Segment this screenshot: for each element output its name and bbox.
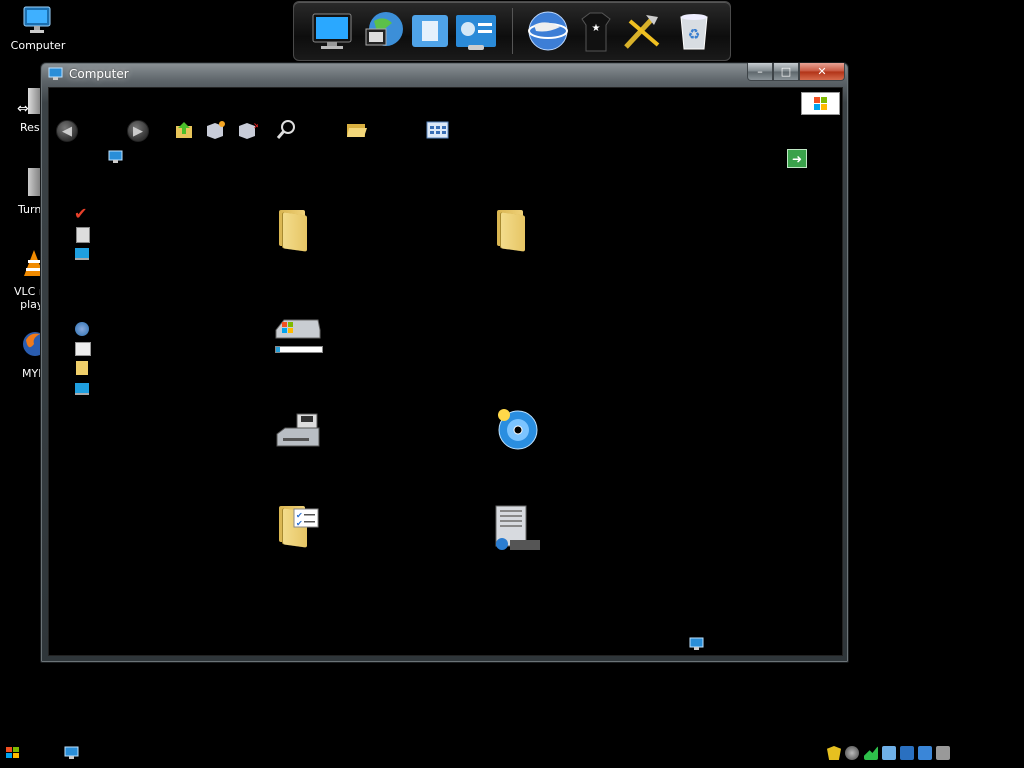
- taskbar-computer-button[interactable]: [64, 746, 80, 760]
- search-icon[interactable]: [275, 119, 297, 141]
- computer-icon: [48, 67, 63, 80]
- computer-icon: [689, 637, 704, 650]
- security-icon[interactable]: [827, 746, 841, 760]
- dvd-drive-icon[interactable]: [495, 406, 539, 450]
- resize-cursor-icon: ⇔: [17, 101, 29, 117]
- checkmark-icon[interactable]: ✔: [74, 206, 90, 222]
- tools-icon[interactable]: [620, 9, 664, 53]
- go-button[interactable]: ➜: [787, 149, 807, 168]
- view-icon[interactable]: [426, 121, 450, 139]
- computer-window: Computer – □ ✕ ◀ ▶ ✕ ➜ ✔ ✔ ✔: [40, 62, 849, 663]
- power-icon[interactable]: [882, 746, 896, 760]
- folder-icon[interactable]: [76, 361, 88, 375]
- network-icon[interactable]: [75, 322, 89, 336]
- computer-icon[interactable]: [310, 9, 354, 53]
- close-button[interactable]: ✕: [799, 63, 845, 81]
- window-titlebar[interactable]: Computer – □ ✕: [41, 63, 848, 85]
- folder-item[interactable]: [495, 208, 525, 252]
- user-icon[interactable]: ★: [574, 9, 618, 53]
- minimize-button[interactable]: –: [747, 63, 773, 81]
- folder-item[interactable]: [277, 208, 307, 252]
- new-item-icon[interactable]: [204, 120, 226, 140]
- computer-icon: [23, 6, 51, 33]
- recycle-bin-icon[interactable]: ♻: [672, 9, 716, 53]
- svg-text:★: ★: [592, 23, 601, 34]
- dock: ★ ♻: [293, 1, 731, 61]
- window-client-area: ◀ ▶ ✕ ➜ ✔ ✔ ✔: [48, 87, 843, 656]
- display-icon[interactable]: [75, 383, 89, 395]
- server-icon[interactable]: [492, 504, 542, 552]
- svg-text:✔: ✔: [296, 519, 303, 528]
- network-globe-icon[interactable]: [526, 9, 570, 53]
- dock-separator: [512, 8, 513, 54]
- drive-space-fill: [276, 347, 280, 352]
- drive-space-bar: [275, 346, 323, 353]
- window-controls: – □ ✕: [747, 63, 845, 81]
- restart-icon: [28, 88, 40, 114]
- back-button[interactable]: ◀: [56, 120, 78, 142]
- forward-button[interactable]: ▶: [127, 120, 149, 142]
- system-drive-icon: [275, 319, 321, 339]
- desktop-icon-label: Computer: [10, 39, 66, 52]
- floppy-drive-icon[interactable]: [275, 412, 321, 452]
- display-icon[interactable]: [936, 746, 950, 760]
- maximize-button[interactable]: □: [773, 63, 799, 81]
- tasks-icon: ✔ ✔: [293, 508, 319, 528]
- desktop-icon-label: Turn: [18, 203, 42, 216]
- calculator-icon[interactable]: [76, 227, 90, 243]
- monitor-icon[interactable]: [75, 248, 89, 260]
- delete-icon[interactable]: ✕: [236, 120, 258, 140]
- app-icon[interactable]: [918, 746, 932, 760]
- app-icon[interactable]: [900, 746, 914, 760]
- windows-flag-icon: [814, 97, 827, 110]
- window-title: Computer: [69, 67, 129, 81]
- network-icon[interactable]: [845, 746, 859, 760]
- svg-text:✕: ✕: [253, 122, 258, 132]
- up-folder-icon[interactable]: [174, 120, 196, 140]
- windows-logo: [801, 92, 840, 115]
- start-button[interactable]: [4, 745, 22, 761]
- documents-icon[interactable]: [408, 9, 452, 53]
- open-folder-icon[interactable]: [345, 121, 369, 139]
- printer-icon[interactable]: [75, 342, 91, 356]
- internet-icon[interactable]: [362, 9, 406, 53]
- svg-text:♻: ♻: [688, 27, 701, 43]
- control-panel-icon[interactable]: [454, 9, 498, 53]
- system-drive-item[interactable]: [274, 316, 323, 353]
- computer-icon: [108, 150, 123, 163]
